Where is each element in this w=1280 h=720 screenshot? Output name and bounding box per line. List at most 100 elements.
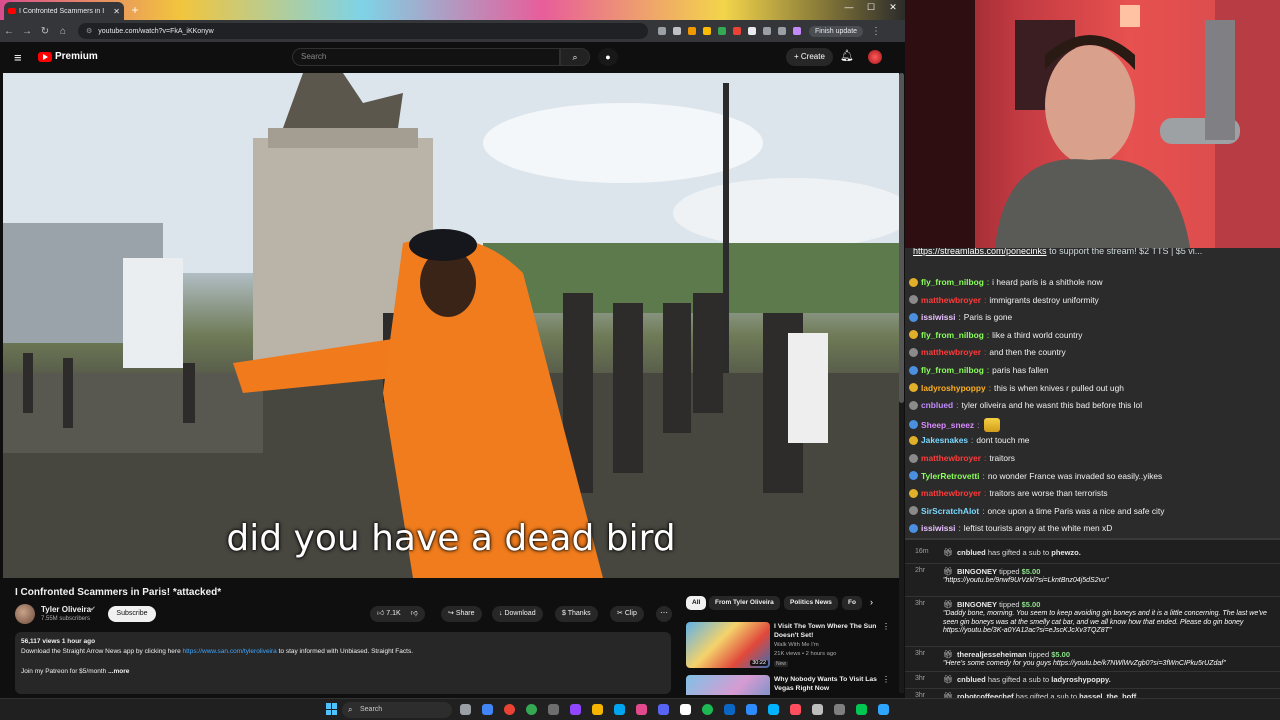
streamlabs-link[interactable]: https://streamlabs.com/ponecinks <box>913 248 1047 256</box>
chip-all[interactable]: All <box>686 596 707 610</box>
more-actions-button[interactable]: ⋯ <box>656 606 672 622</box>
taskbar-app-icon[interactable] <box>680 704 691 715</box>
event-user[interactable]: BINGONEY <box>957 600 997 609</box>
search-button[interactable]: ⌕ <box>560 48 590 66</box>
kebab-menu-icon[interactable]: ⋮ <box>882 675 890 684</box>
taskbar-app-icon[interactable] <box>834 704 845 715</box>
chat-username[interactable]: matthewbroyer <box>921 347 981 357</box>
notifications-bell-icon[interactable]: 🔔︎ <box>840 49 854 62</box>
channel-name[interactable]: Tyler Oliveira <box>41 605 91 614</box>
browser-menu-icon[interactable]: ⋮ <box>867 26 885 37</box>
windows-start-icon[interactable] <box>326 703 338 715</box>
event-target[interactable]: ladyroshypoppy. <box>1051 675 1110 684</box>
taskbar-app-icon[interactable] <box>570 704 581 715</box>
taskbar-app-icon[interactable] <box>878 704 889 715</box>
show-more-button[interactable]: ...more <box>108 668 129 675</box>
youtube-logo[interactable]: Premium <box>38 51 98 62</box>
forward-icon[interactable]: → <box>18 26 36 37</box>
discord-icon[interactable] <box>658 704 669 715</box>
chat-username[interactable]: TylerRetrovetti <box>921 471 980 481</box>
event-user[interactable]: BINGONEY <box>957 567 997 576</box>
extensions-puzzle-icon[interactable] <box>763 27 771 35</box>
url-field[interactable]: ⚙ youtube.com/watch?v=FkA_iKKonyw <box>78 23 648 39</box>
profile-icon[interactable] <box>793 27 801 35</box>
recommended-video[interactable]: Why Nobody Wants To Visit Las Vegas Righ… <box>686 675 894 695</box>
event-user[interactable]: cnblued <box>957 675 986 684</box>
chat-username[interactable]: issiwissi <box>921 523 955 533</box>
install-icon[interactable] <box>658 27 666 35</box>
taskbar-app-icon[interactable] <box>790 704 801 715</box>
rec-channel[interactable]: Walk With Me I'm <box>774 642 819 648</box>
close-window-button[interactable]: ✕ <box>882 2 904 13</box>
chip-more[interactable]: Fo <box>842 596 862 610</box>
file-explorer-icon[interactable] <box>592 704 603 715</box>
bookmark-star-icon[interactable] <box>673 27 681 35</box>
extension-icon[interactable] <box>718 27 726 35</box>
taskbar-app-icon[interactable] <box>812 704 823 715</box>
chat-username[interactable]: fly_from_nilbog <box>921 365 984 375</box>
task-view-icon[interactable] <box>460 704 471 715</box>
scrollbar-thumb[interactable] <box>899 73 904 403</box>
minimize-button[interactable]: — <box>838 2 860 12</box>
chat-username[interactable]: matthewbroyer <box>921 488 981 498</box>
create-button[interactable]: + Create <box>786 48 833 66</box>
desc-link[interactable]: https://www.san.com/tyleroliveira <box>183 648 277 655</box>
chat-username[interactable]: Jakesnakes <box>921 435 968 445</box>
taskbar-app-icon[interactable] <box>482 704 493 715</box>
chat-username[interactable]: issiwissi <box>921 312 955 322</box>
taskbar-app-icon[interactable] <box>526 704 537 715</box>
reload-icon[interactable]: ↻ <box>36 26 54 37</box>
spotify-icon[interactable] <box>702 704 713 715</box>
download-button[interactable]: ↓ Download <box>492 606 543 622</box>
chat-username[interactable]: matthewbroyer <box>921 453 981 463</box>
chat-username[interactable]: Sheep_sneez <box>921 420 974 430</box>
chip-from-channel[interactable]: From Tyler Oliveira <box>709 596 780 610</box>
search-input[interactable]: Search <box>292 48 560 66</box>
chat-username[interactable]: fly_from_nilbog <box>921 277 984 287</box>
chrome-icon[interactable] <box>504 704 515 715</box>
chat-username[interactable]: matthewbroyer <box>921 295 981 305</box>
taskbar-app-icon[interactable] <box>548 704 559 715</box>
voice-search-button[interactable]: ● <box>598 48 618 66</box>
event-user[interactable]: cnblued <box>957 548 986 557</box>
subscribe-button[interactable]: Subscribe <box>108 606 156 622</box>
finish-update-button[interactable]: Finish update <box>809 25 864 37</box>
extension-icon[interactable] <box>748 27 756 35</box>
rec-title[interactable]: Why Nobody Wants To Visit Las Vegas Righ… <box>774 675 882 693</box>
clip-button[interactable]: ✂ Clip <box>610 606 644 622</box>
extension-icon[interactable] <box>703 27 711 35</box>
event-user[interactable]: therealjesseheiman <box>957 650 1027 659</box>
tab-active[interactable]: I Confronted Scammers in I ✕ <box>4 2 124 20</box>
like-button[interactable]: 👍︎ 7.1K 👎︎ <box>370 606 425 622</box>
chip-politics-news[interactable]: Politics News <box>784 596 838 610</box>
back-icon[interactable]: ← <box>0 26 18 37</box>
site-info-icon[interactable]: ⚙ <box>86 27 92 35</box>
maximize-button[interactable]: ☐ <box>860 2 882 13</box>
kebab-menu-icon[interactable]: ⋮ <box>882 622 890 631</box>
hamburger-menu-icon[interactable]: ≡ <box>14 50 22 65</box>
share-button[interactable]: ↪ Share <box>441 606 482 622</box>
rec-title[interactable]: I Visit The Town Where The Sun Doesn't S… <box>774 622 882 640</box>
event-target[interactable]: phewzo. <box>1051 548 1081 557</box>
video-thumbnail[interactable] <box>686 675 770 695</box>
home-icon[interactable]: ⌂ <box>54 26 72 37</box>
taskbar-app-icon[interactable] <box>768 704 779 715</box>
taskbar-app-icon[interactable] <box>636 704 647 715</box>
taskbar-app-icon[interactable] <box>614 704 625 715</box>
chat-username[interactable]: SirScratchAlot <box>921 506 979 516</box>
chat-username[interactable]: ladyroshypoppy <box>921 383 986 393</box>
new-tab-button[interactable]: + <box>128 3 142 17</box>
page-scrollbar[interactable] <box>899 73 904 693</box>
close-tab-icon[interactable]: ✕ <box>113 7 120 16</box>
video-thumbnail[interactable]: 30:22 <box>686 622 770 668</box>
extension-icon[interactable] <box>733 27 741 35</box>
account-avatar[interactable] <box>868 50 882 64</box>
chat-username[interactable]: fly_from_nilbog <box>921 330 984 340</box>
downloads-icon[interactable] <box>778 27 786 35</box>
video-player[interactable]: did you have a dead bird <box>3 73 899 578</box>
extension-icon[interactable] <box>688 27 696 35</box>
thumbs-down-icon[interactable]: 👎︎ <box>411 610 418 617</box>
chat-username[interactable]: cnblued <box>921 400 953 410</box>
taskbar-app-icon[interactable] <box>746 704 757 715</box>
taskbar-app-icon[interactable] <box>724 704 735 715</box>
